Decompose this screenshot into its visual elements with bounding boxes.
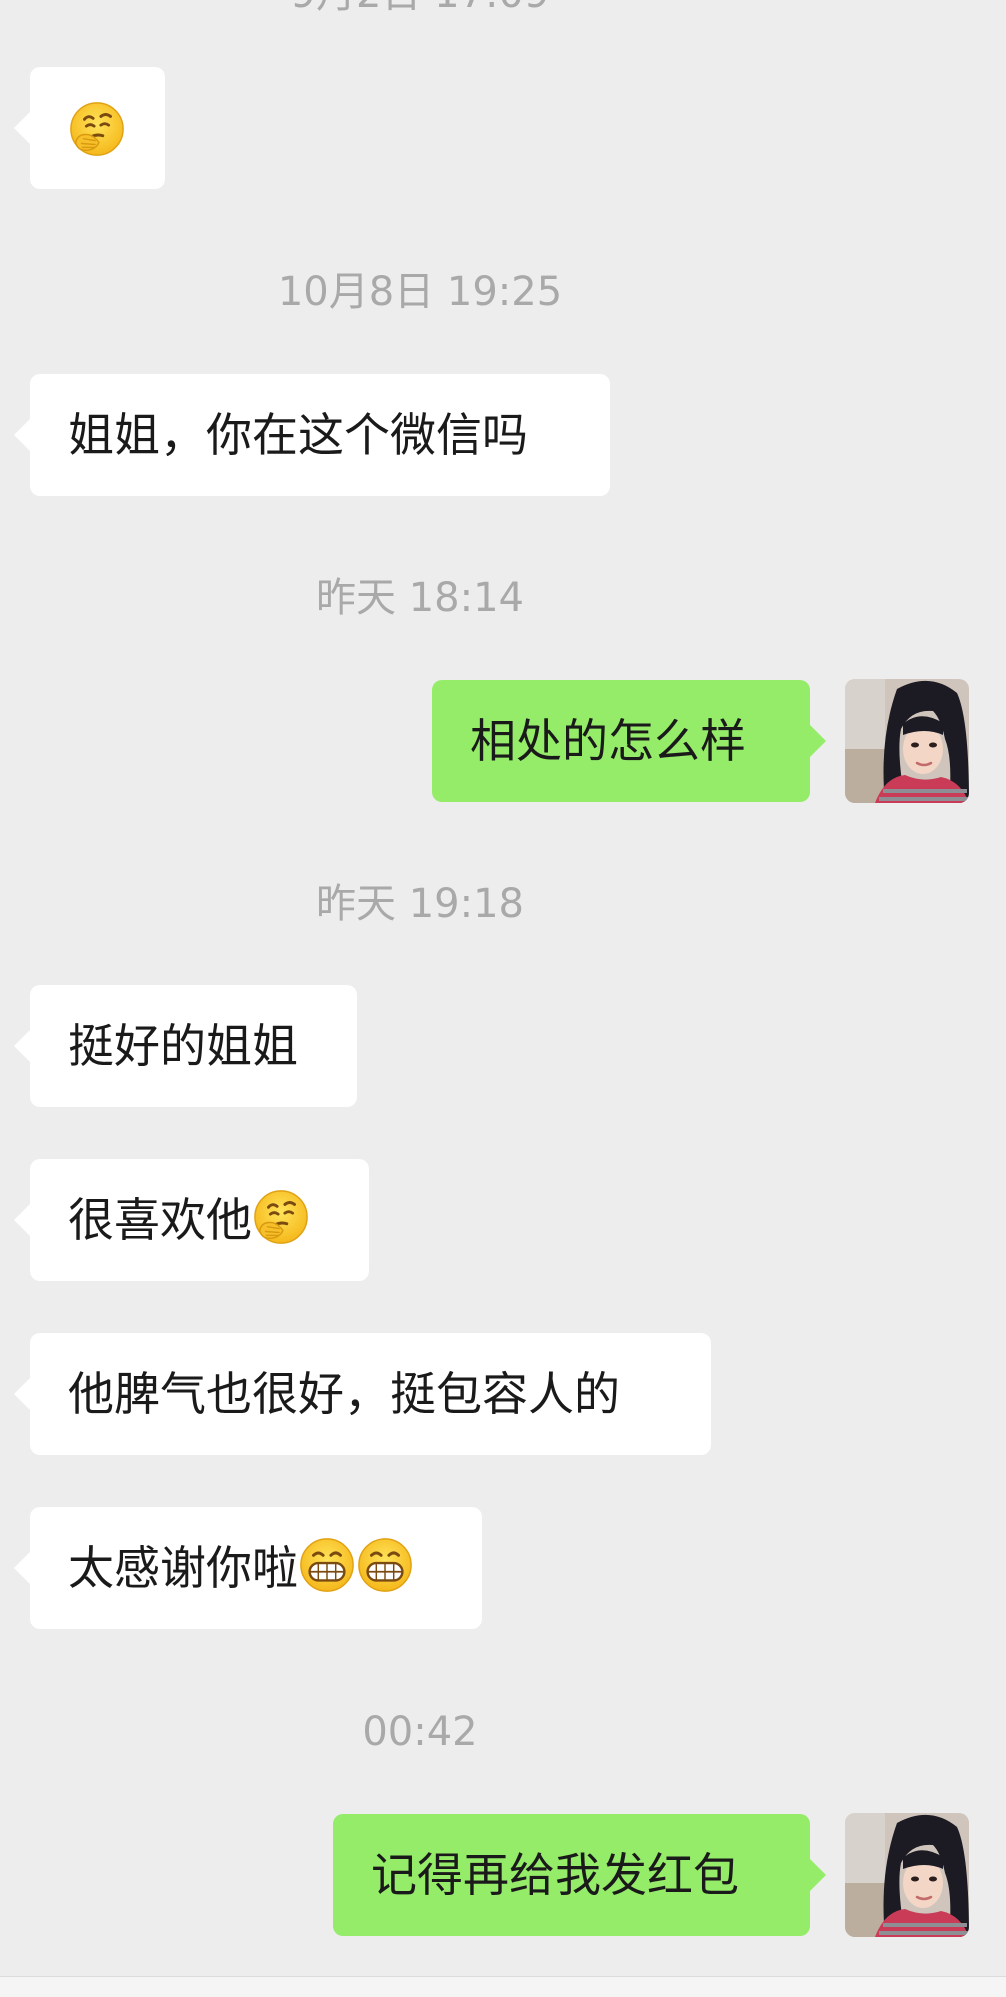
message-text: 记得再给我发红包: [371, 1848, 739, 1902]
message-bubble-incoming[interactable]: 他脾气也很好，挺包容人的: [14, 1333, 711, 1455]
message-bubble-incoming[interactable]: 姐姐，你在这个微信吗: [14, 374, 610, 496]
timestamp: 昨天 19:18: [316, 881, 524, 927]
timestamp: 10月8日 19:25: [277, 269, 563, 315]
avatar-image: [845, 1813, 969, 1937]
message-text: 姐姐，你在这个微信吗: [68, 408, 528, 462]
message-text: 挺好的姐姐: [68, 1019, 298, 1073]
message-bubble-incoming[interactable]: [14, 67, 165, 189]
message-text: 他脾气也很好，挺包容人的: [68, 1367, 620, 1421]
message-text: 很喜欢他: [68, 1193, 252, 1247]
my-avatar[interactable]: [845, 1813, 969, 1937]
grinning-face-emoji-icon: [298, 1536, 356, 1594]
input-bar-edge: [0, 1976, 1006, 1997]
message-bubble-outgoing[interactable]: 记得再给我发红包: [333, 1814, 826, 1936]
my-avatar[interactable]: [845, 679, 969, 803]
avatar-image: [845, 679, 969, 803]
message-bubble-incoming[interactable]: 挺好的姐姐: [14, 985, 357, 1107]
thinking-face-emoji-icon: [252, 1188, 310, 1246]
timestamp: 昨天 18:14: [316, 575, 524, 621]
thinking-face-emoji-icon: [68, 100, 126, 158]
timestamp: 00:42: [362, 1709, 478, 1755]
message-bubble-incoming[interactable]: 太感谢你啦: [14, 1507, 482, 1629]
message-text: 相处的怎么样: [470, 714, 746, 768]
timestamp: 9月2日 17:09: [0, 0, 840, 18]
grinning-face-emoji-icon: [356, 1536, 414, 1594]
message-bubble-incoming[interactable]: 很喜欢他: [14, 1159, 369, 1281]
message-bubble-outgoing[interactable]: 相处的怎么样: [432, 680, 826, 802]
message-text: 太感谢你啦: [68, 1541, 298, 1595]
